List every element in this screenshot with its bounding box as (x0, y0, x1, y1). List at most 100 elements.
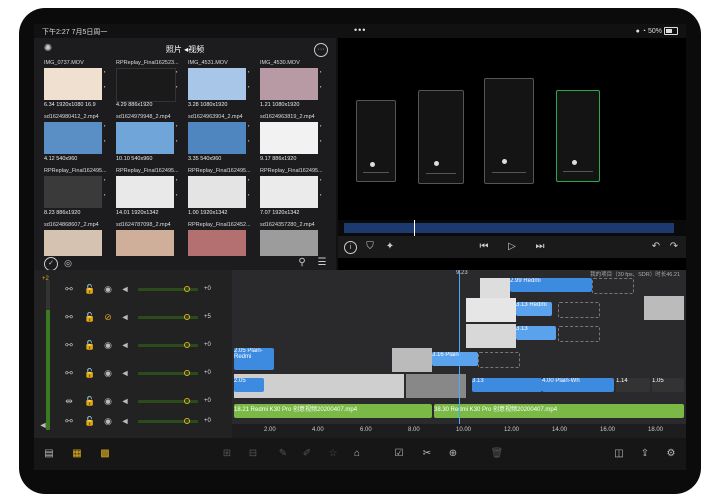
checkmark-icon[interactable]: ✓ (44, 257, 58, 271)
link-icon[interactable]: ⚯ (64, 340, 74, 350)
clip-thumb[interactable] (466, 324, 516, 348)
video-strip[interactable] (406, 374, 466, 398)
browser-title[interactable]: 照片 ◂视频 (34, 44, 336, 55)
timeline-clip[interactable]: 4.00 Plain-Wh (542, 378, 614, 392)
clip-item[interactable]: RPReplay_Final162495... ▪ ▪ 14.01 1920x13… (116, 168, 182, 220)
master-speaker-icon[interactable]: ◄ (38, 420, 48, 430)
volume-meter[interactable] (138, 418, 198, 424)
split-link-icon[interactable]: ⇹ (64, 396, 74, 406)
timeline-clip[interactable]: 2.05 Plain- Redmi (234, 348, 274, 370)
paint-icon[interactable]: ✎ (276, 447, 290, 461)
search-icon[interactable]: ⚲ (296, 257, 308, 269)
eye-icon[interactable]: ◉ (102, 416, 114, 426)
clip-item[interactable]: sd1624963819_2.mp4 ▪ ▪ 9.17 886x1920 (260, 114, 326, 166)
clip-item[interactable]: RPReplay_Final162452... (188, 222, 254, 256)
undo-icon[interactable]: ↶ (650, 241, 662, 253)
add-icon[interactable]: ⊞ (220, 447, 234, 461)
more-options-icon[interactable]: ··· (314, 43, 328, 57)
clip-item[interactable]: sd1624963904_2.mp4 ▪ ▪ 3.35 540x960 (188, 114, 254, 166)
volume-meter[interactable] (138, 286, 198, 292)
volume-meter[interactable] (138, 342, 198, 348)
clip-item[interactable]: RPReplay_Final162523... ▪ ▪ 4.29 886x1920 (116, 60, 182, 112)
clip-item[interactable]: sd1624868607_2.mp4 (44, 222, 110, 256)
settings-icon[interactable]: ⚙ (664, 447, 678, 461)
speaker-icon[interactable]: ◄ (120, 312, 130, 322)
speaker-icon[interactable]: ◄ (120, 416, 130, 426)
layout-icon[interactable]: ◫ (612, 447, 626, 461)
clip-item[interactable]: IMG_4530.MOV ▪ ▪ 1.21 1080x1920 (260, 60, 326, 112)
eye-hidden-icon[interactable]: ⊘ (102, 312, 114, 322)
speaker-icon[interactable]: ◄ (120, 284, 130, 294)
share-icon[interactable]: ⇪ (638, 447, 652, 461)
lock-icon[interactable]: 🔓 (84, 368, 95, 378)
pen-icon[interactable]: ✐ (300, 447, 314, 461)
remove-icon[interactable]: ⊟ (246, 447, 260, 461)
document-icon[interactable]: ▤ (42, 447, 56, 461)
clip-item[interactable]: sd1624979948_2.mp4 ▪ ▪ 10.10 540x960 (116, 114, 182, 166)
eye-icon[interactable]: ◉ (102, 284, 114, 294)
eye-icon[interactable]: ◉ (102, 368, 114, 378)
time-ruler[interactable]: 2.00 4.00 6.00 8.00 10.00 12.00 14.00 16… (232, 424, 686, 438)
circle-icon[interactable]: ◎ (62, 257, 74, 269)
shield-icon[interactable]: ⛉ (364, 241, 376, 253)
check-box-icon[interactable]: ☑ (392, 447, 406, 461)
lock-icon[interactable]: 🔓 (84, 312, 95, 322)
skip-forward-icon[interactable]: ⏭ (534, 241, 546, 253)
clip-item[interactable]: sd1624357280_2.mp4 (260, 222, 326, 256)
lock-icon[interactable]: 🔓 (84, 284, 95, 294)
link-icon[interactable]: ⚯ (64, 368, 74, 378)
play-icon[interactable]: ▷ (506, 241, 518, 253)
scissors-icon[interactable]: ✂ (420, 447, 434, 461)
eye-icon[interactable]: ◉ (102, 396, 114, 406)
timeline-clip[interactable]: 1.14 (616, 378, 650, 392)
volume-meter[interactable] (138, 370, 198, 376)
clip-item[interactable]: RPReplay_Final162495... ▪ ▪ 1.00 1920x134… (188, 168, 254, 220)
sort-icon[interactable]: ☰ (316, 257, 328, 269)
clip-item[interactable]: RPReplay_Final162495... ▪ ▪ 8.23 886x1920 (44, 168, 110, 220)
timeline-clip[interactable]: 2.05 (234, 378, 264, 392)
clip-thumb[interactable] (644, 296, 684, 320)
trash-icon[interactable]: 🗑 (490, 447, 504, 461)
volume-meter[interactable] (138, 398, 198, 404)
skip-back-icon[interactable]: ⏮ (478, 241, 490, 253)
speaker-icon[interactable]: ◄ (120, 340, 130, 350)
speaker-icon[interactable]: ◄ (120, 368, 130, 378)
timeline-clip[interactable]: 1.05 (652, 378, 684, 392)
speaker-icon[interactable]: ◄ (120, 396, 130, 406)
eye-icon[interactable]: ◉ (102, 340, 114, 350)
placeholder-clip[interactable] (592, 278, 634, 294)
keyframe-icon[interactable]: ✦ (384, 241, 396, 253)
timeline-clip[interactable]: 2.99 Redmi (510, 278, 592, 292)
timeline-clip[interactable]: 3.13 (516, 326, 556, 340)
info-icon[interactable]: i (344, 241, 357, 254)
star-icon[interactable]: ☆ (326, 447, 340, 461)
add-circle-icon[interactable]: ⊕ (446, 447, 460, 461)
link-icon[interactable]: ⚯ (64, 284, 74, 294)
link-icon[interactable]: ⚯ (64, 416, 74, 426)
clip-item[interactable]: sd1624787098_2.mp4 (116, 222, 182, 256)
lock-icon[interactable]: 🔓 (84, 340, 95, 350)
playhead[interactable] (459, 270, 460, 438)
placeholder-clip[interactable] (558, 302, 600, 318)
clip-item[interactable]: IMG_0737.MOV ▪ ▪ 6.34 1920x1080 16.9 (44, 60, 110, 112)
multitask-dots[interactable]: ••• (354, 25, 366, 35)
clip-item[interactable]: RPReplay_Final162495... ▪ ▪ 7.07 1920x134… (260, 168, 326, 220)
timeline-clip[interactable]: 3.16 Plain- (432, 352, 478, 366)
clip-item[interactable]: IMG_4531.MOV ▪ ▪ 3.28 1080x1920 (188, 60, 254, 112)
timeline-clip[interactable]: 3.13 Redmi (516, 302, 552, 316)
timeline-view-icon[interactable]: ▦ (70, 447, 84, 461)
timeline-clip[interactable]: 3.13 (472, 378, 542, 392)
redo-icon[interactable]: ↷ (668, 241, 680, 253)
audio-clip[interactable]: 38.30 Redmi K30 Pro 创意视频20200407.mp4 (434, 404, 684, 418)
placeholder-clip[interactable] (478, 352, 520, 368)
clip-thumb[interactable] (466, 298, 516, 322)
volume-meter[interactable] (138, 314, 198, 320)
clip-thumb[interactable] (392, 348, 432, 372)
camera-icon[interactable]: ⌂ (350, 447, 364, 461)
audio-clip[interactable]: 18.21 Redmi K30 Pro 创意视频20200407.mp4 (234, 404, 432, 418)
grid-view-icon[interactable]: ▩ (98, 447, 112, 461)
clip-item[interactable]: sd1624980412_2.mp4 ▪ ▪ 4.12 540x960 (44, 114, 110, 166)
lock-icon[interactable]: 🔓 (84, 416, 95, 426)
link-icon[interactable]: ⚯ (64, 312, 74, 322)
lock-icon[interactable]: 🔓 (84, 396, 95, 406)
